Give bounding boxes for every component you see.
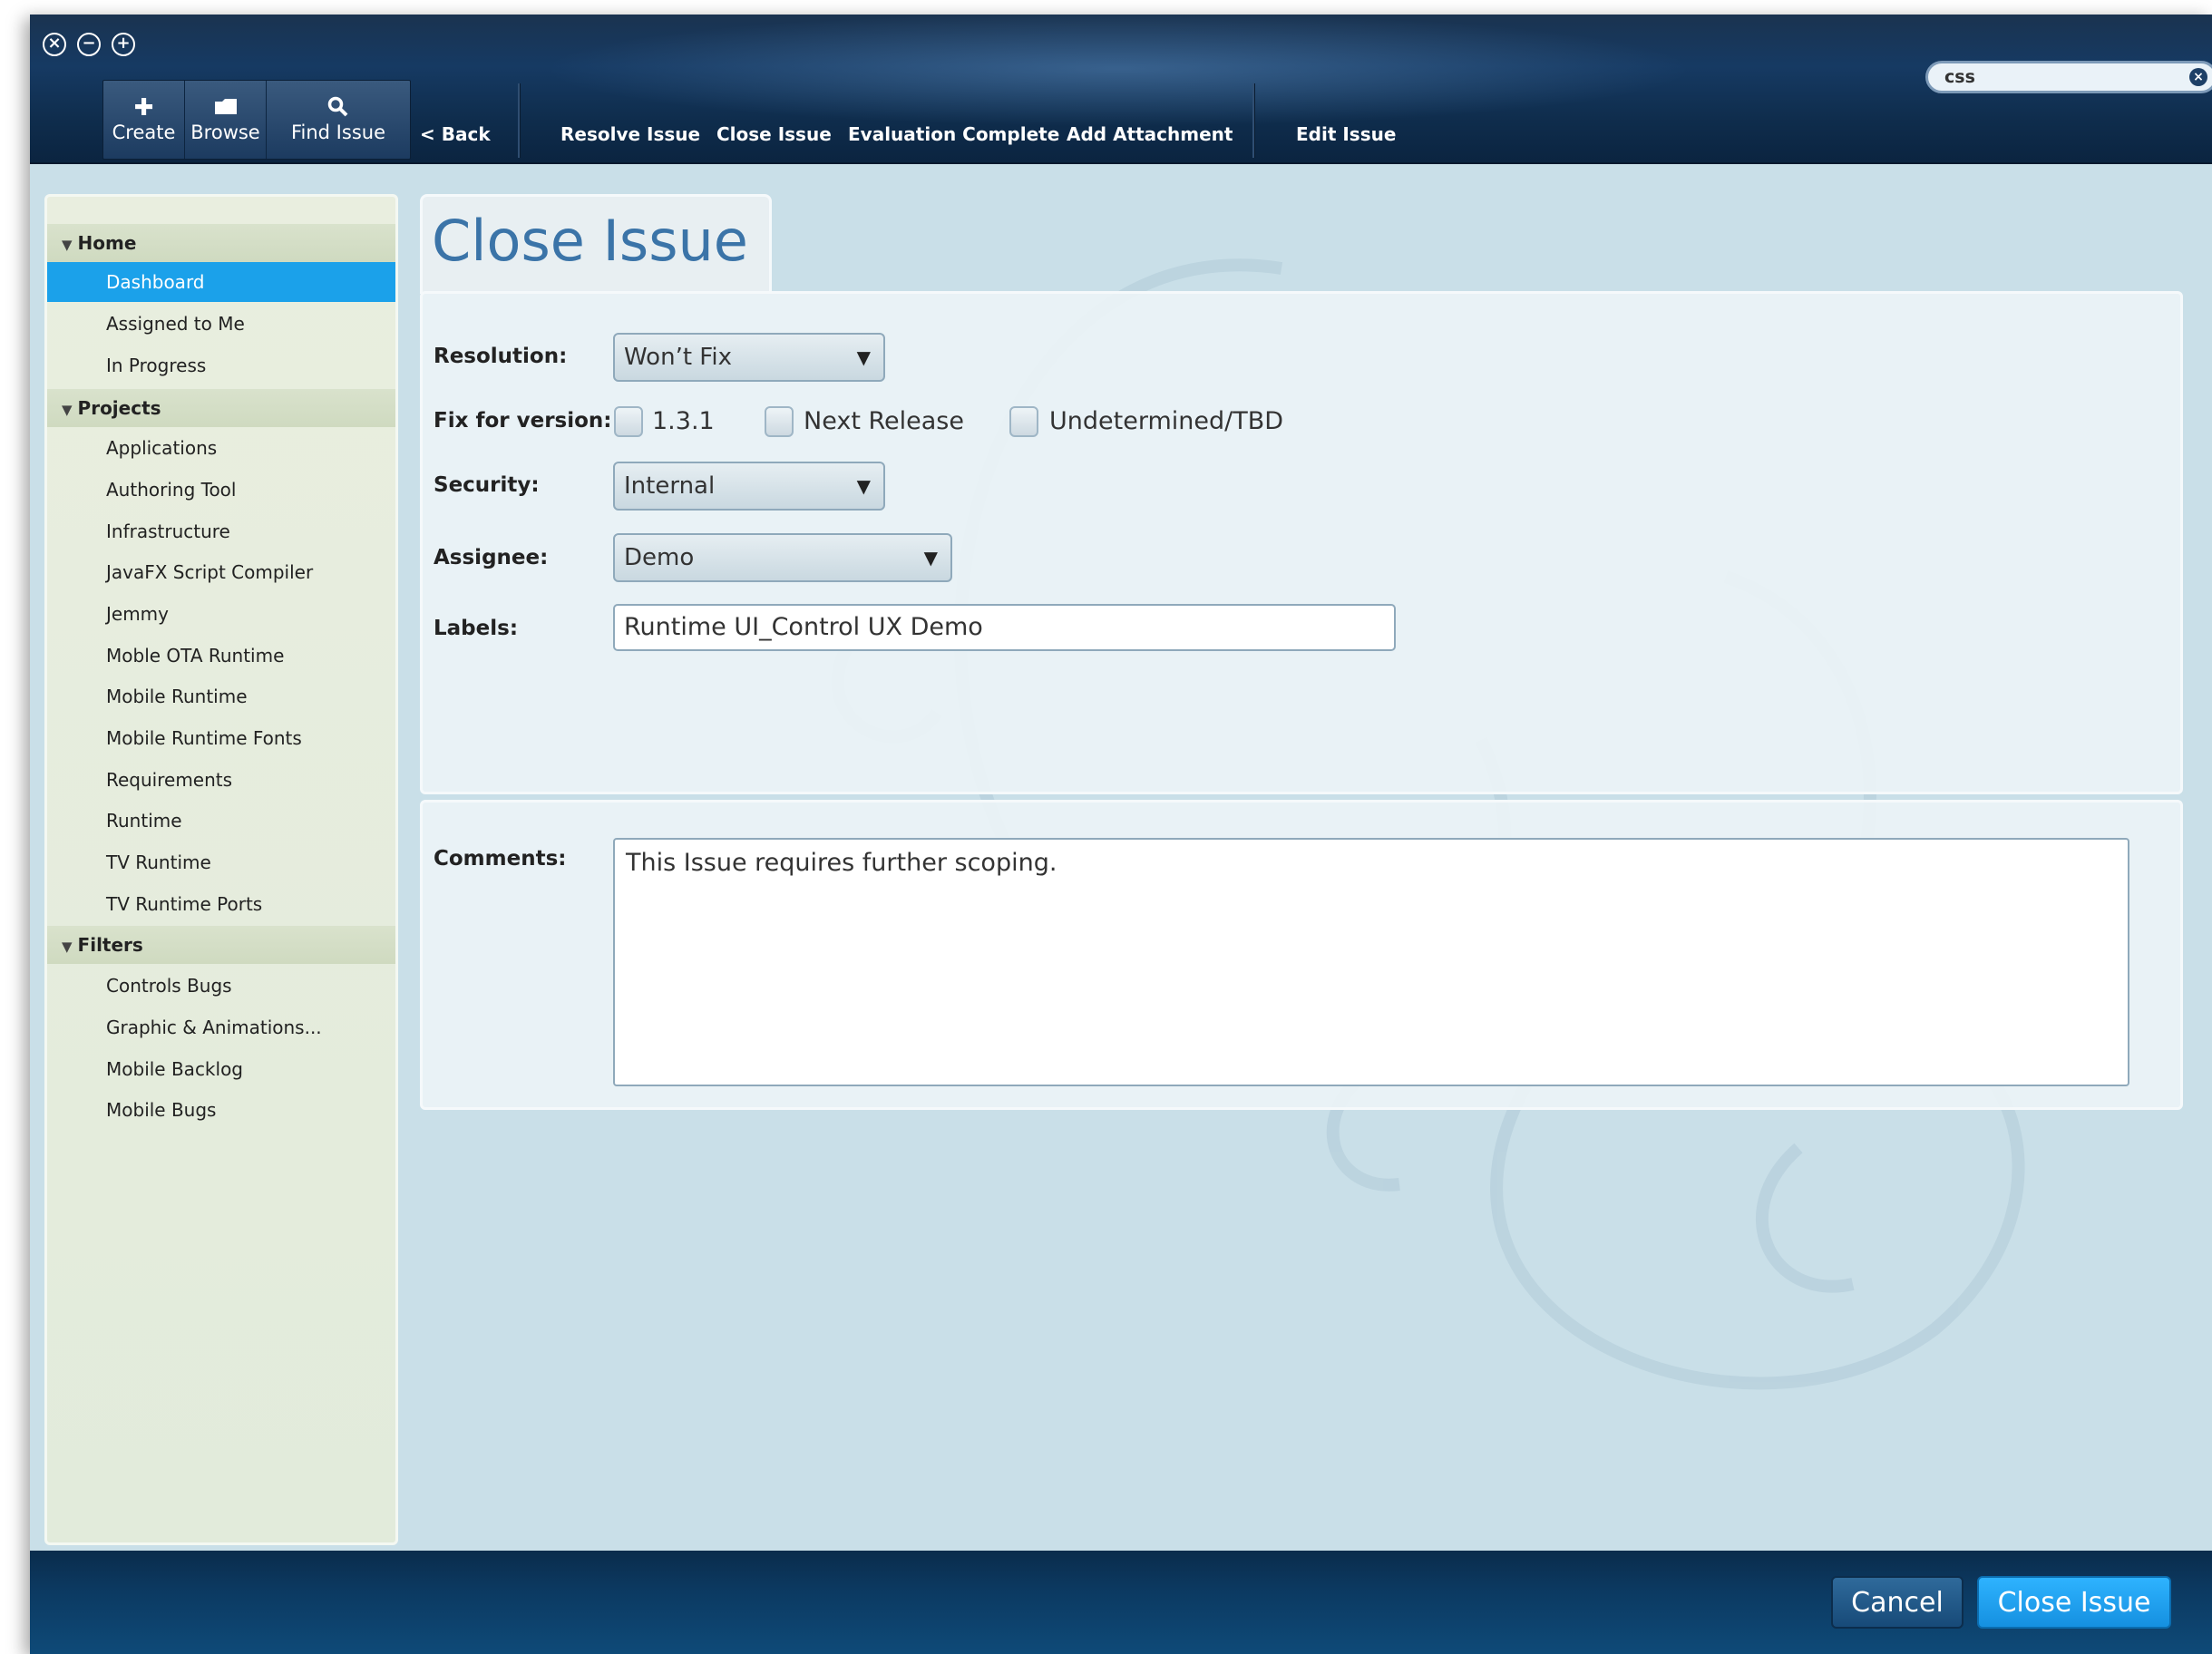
fix-version-label: Fix for version: xyxy=(434,409,612,433)
resolution-select[interactable]: Won’t Fix ▼ xyxy=(613,333,885,382)
collapse-triangle-icon: ▼ xyxy=(62,402,73,418)
evaluation-complete-link[interactable]: Evaluation Complete xyxy=(848,123,1059,145)
folder-icon xyxy=(214,96,238,122)
checkbox-next-release[interactable] xyxy=(765,406,794,437)
sidebar-item-filter[interactable]: Controls Bugs xyxy=(47,966,395,1006)
checkbox-1-3-1[interactable] xyxy=(614,406,643,437)
checkbox-label: 1.3.1 xyxy=(652,407,715,435)
search-icon xyxy=(326,96,350,122)
sidebar-item-project[interactable]: Runtime xyxy=(47,801,395,841)
dropdown-arrow-icon: ▼ xyxy=(923,547,938,569)
back-link[interactable]: < Back xyxy=(420,123,491,145)
sidebar-section-home[interactable]: ▼ Home xyxy=(47,224,395,262)
close-issue-button[interactable]: Close Issue xyxy=(1977,1576,2171,1629)
sidebar-item-project[interactable]: Jemmy xyxy=(47,594,395,634)
resolve-issue-link[interactable]: Resolve Issue xyxy=(560,123,700,145)
sidebar-item-filter[interactable]: Mobile Bugs xyxy=(47,1090,395,1130)
collapse-triangle-icon: ▼ xyxy=(62,939,73,955)
assignee-select[interactable]: Demo ▼ xyxy=(613,533,952,582)
checkbox-label: Next Release xyxy=(804,407,964,435)
sidebar-item-project[interactable]: TV Runtime Ports xyxy=(47,884,395,924)
toolbar-divider xyxy=(1252,83,1255,158)
create-button[interactable]: ✚ Create xyxy=(103,81,185,159)
search-field[interactable]: css × xyxy=(1925,61,2212,93)
sidebar-item-project[interactable]: Infrastructure xyxy=(47,511,395,551)
security-select[interactable]: Internal ▼ xyxy=(613,462,885,511)
page-title-tab: Close Issue xyxy=(420,194,772,294)
labels-label: Labels: xyxy=(434,617,519,640)
sidebar-item-filter[interactable]: Mobile Backlog xyxy=(47,1049,395,1089)
clear-search-icon[interactable]: × xyxy=(2189,68,2207,86)
add-attachment-link[interactable]: Add Attachment xyxy=(1067,123,1233,145)
comments-textarea[interactable]: This Issue requires further scoping. xyxy=(613,838,2129,1086)
browse-button[interactable]: Browse xyxy=(185,81,267,159)
sidebar-item-project[interactable]: Requirements xyxy=(47,760,395,800)
comments-label: Comments: xyxy=(434,847,567,871)
sidebar-item-project[interactable]: Applications xyxy=(47,428,395,468)
collapse-triangle-icon: ▼ xyxy=(62,237,73,253)
dropdown-arrow-icon: ▼ xyxy=(856,346,871,368)
search-input[interactable]: css xyxy=(1944,67,1975,87)
dropdown-arrow-icon: ▼ xyxy=(856,475,871,497)
sidebar-section-filters[interactable]: ▼ Filters xyxy=(47,926,395,964)
sidebar-item-project[interactable]: Mobile Runtime xyxy=(47,676,395,716)
sidebar-item-assigned-to-me[interactable]: Assigned to Me xyxy=(47,304,395,344)
main-toolbar: ✚ Create Browse Find Issue xyxy=(102,80,411,160)
security-label: Security: xyxy=(434,473,540,497)
plus-icon: ✚ xyxy=(133,94,154,122)
sidebar-item-project[interactable]: Mobile Runtime Fonts xyxy=(47,718,395,758)
cancel-button[interactable]: Cancel xyxy=(1831,1576,1964,1629)
sidebar-item-project[interactable]: TV Runtime xyxy=(47,842,395,882)
find-issue-button[interactable]: Find Issue xyxy=(267,81,410,159)
window-maximize-icon[interactable]: + xyxy=(112,33,135,56)
edit-issue-link[interactable]: Edit Issue xyxy=(1296,123,1396,145)
checkbox-label: Undetermined/TBD xyxy=(1049,407,1284,435)
close-issue-link[interactable]: Close Issue xyxy=(716,123,832,145)
checkbox-undetermined[interactable] xyxy=(1009,406,1038,437)
page-title: Close Issue xyxy=(432,208,748,274)
sidebar-item-project[interactable]: Authoring Tool xyxy=(47,470,395,510)
header-bar: × − + ✚ Create Browse Find Issue < Back xyxy=(30,15,2212,164)
sidebar-section-projects[interactable]: ▼ Projects xyxy=(47,389,395,427)
window-close-icon[interactable]: × xyxy=(43,33,66,56)
sidebar-item-filter[interactable]: Graphic & Animations... xyxy=(47,1007,395,1047)
sidebar-item-in-progress[interactable]: In Progress xyxy=(47,345,395,385)
sidebar-item-project[interactable]: JavaFX Script Compiler xyxy=(47,552,395,592)
toolbar-divider xyxy=(518,83,521,158)
assignee-label: Assignee: xyxy=(434,546,549,569)
resolution-label: Resolution: xyxy=(434,345,568,368)
sidebar: ▼ Home Dashboard Assigned to Me In Progre… xyxy=(44,194,398,1545)
sidebar-item-dashboard[interactable]: Dashboard xyxy=(47,262,395,302)
sidebar-item-project[interactable]: Moble OTA Runtime xyxy=(47,636,395,676)
app-window: × − + ✚ Create Browse Find Issue < Back xyxy=(30,15,2212,1654)
labels-input[interactable]: Runtime UI_Control UX Demo xyxy=(613,604,1396,651)
window-minimize-icon[interactable]: − xyxy=(77,33,101,56)
